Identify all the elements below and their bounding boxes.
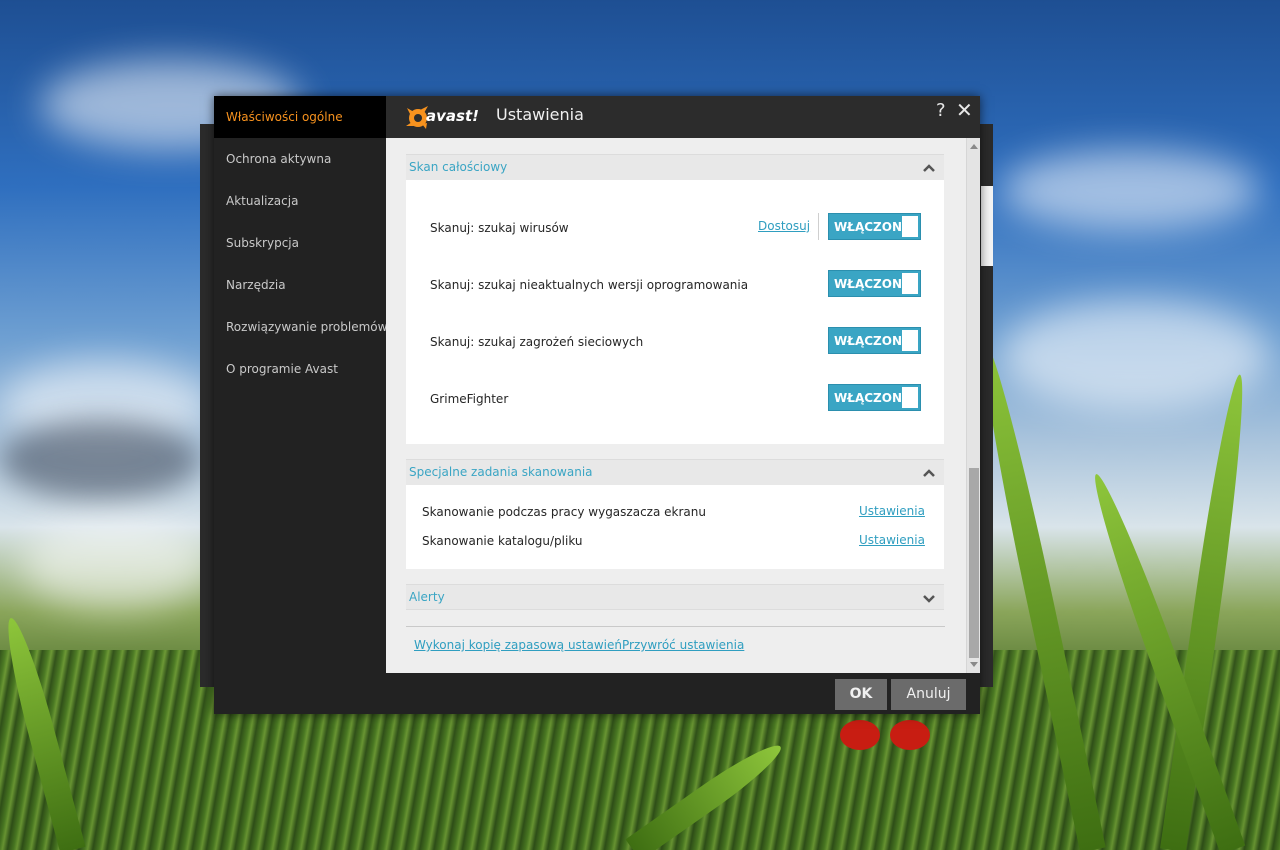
cloud xyxy=(0,420,200,500)
scroll-thumb[interactable] xyxy=(969,468,979,658)
svg-text:avast!: avast! xyxy=(426,107,479,125)
background-window-strip xyxy=(981,186,993,266)
toggle-virus-scan[interactable]: WŁĄCZONE xyxy=(828,213,921,240)
settings-content: Skan całościowy Skanuj: szukaj wirusów D… xyxy=(386,138,980,673)
sidebar-item-general[interactable]: Właściwości ogólne xyxy=(214,96,386,138)
settings-dialog: Właściwości ogólne Ochrona aktywna Aktua… xyxy=(214,96,980,714)
section-header-alerts[interactable]: Alerty xyxy=(406,584,944,610)
toggle-label: WŁĄCZONE xyxy=(834,391,911,405)
cancel-button[interactable]: Anuluj xyxy=(891,679,966,710)
toggle-knob xyxy=(902,273,918,294)
sidebar-item-tools[interactable]: Narzędzia xyxy=(214,264,386,306)
section-title: Specjalne zadania skanowania xyxy=(409,465,593,479)
section-title: Alerty xyxy=(409,590,445,604)
vertical-scrollbar[interactable] xyxy=(966,138,980,673)
dialog-footer: OK Anuluj xyxy=(386,673,980,714)
toggle-knob xyxy=(902,330,918,351)
toggle-label: WŁĄCZONE xyxy=(834,220,911,234)
screensaver-settings-link[interactable]: Ustawienia xyxy=(859,504,925,518)
poppy-flower xyxy=(890,720,930,750)
section-header-special-tasks[interactable]: Specjalne zadania skanowania xyxy=(406,459,944,485)
toggle-label: WŁĄCZONE xyxy=(834,277,911,291)
restore-settings-link[interactable]: Przywróć ustawienia xyxy=(622,638,744,652)
dialog-title: Ustawienia xyxy=(496,105,584,124)
setting-label: Skanuj: szukaj zagrożeń sieciowych xyxy=(430,335,644,349)
section-body-full-scan: Skanuj: szukaj wirusów Dostosuj WŁĄCZONE… xyxy=(406,180,944,444)
folder-scan-settings-link[interactable]: Ustawienia xyxy=(859,533,925,547)
customize-link[interactable]: Dostosuj xyxy=(758,219,810,233)
toggle-knob xyxy=(902,387,918,408)
ok-button[interactable]: OK xyxy=(835,679,887,710)
divider xyxy=(406,626,945,627)
avast-logo: avast! xyxy=(406,106,479,129)
backup-settings-link[interactable]: Wykonaj kopię zapasową ustawień xyxy=(414,638,622,652)
help-icon[interactable]: ? xyxy=(936,100,946,121)
scroll-down-arrow-icon[interactable] xyxy=(970,662,978,667)
toggle-knob xyxy=(902,216,918,237)
title-bar: avast! Ustawienia ? ✕ xyxy=(386,96,980,138)
setting-label: GrimeFighter xyxy=(430,392,509,406)
section-title: Skan całościowy xyxy=(409,160,508,174)
sidebar-item-active-protection[interactable]: Ochrona aktywna xyxy=(214,138,386,180)
setting-label: Skanuj: szukaj nieaktualnych wersji opro… xyxy=(430,278,749,292)
scroll-up-arrow-icon[interactable] xyxy=(970,144,978,149)
sidebar: Właściwości ogólne Ochrona aktywna Aktua… xyxy=(214,96,387,714)
cloud xyxy=(1000,300,1270,410)
chevron-up-icon[interactable] xyxy=(922,466,936,480)
setting-label: Skanowanie katalogu/pliku xyxy=(422,534,583,548)
section-header-full-scan[interactable]: Skan całościowy xyxy=(406,154,944,180)
chevron-up-icon[interactable] xyxy=(922,161,936,175)
setting-label: Skanuj: szukaj wirusów xyxy=(430,221,569,235)
close-icon[interactable]: ✕ xyxy=(956,98,973,122)
sidebar-item-update[interactable]: Aktualizacja xyxy=(214,180,386,222)
toggle-outdated-software-scan[interactable]: WŁĄCZONE xyxy=(828,270,921,297)
toggle-network-threats-scan[interactable]: WŁĄCZONE xyxy=(828,327,921,354)
toggle-label: WŁĄCZONE xyxy=(834,334,911,348)
divider xyxy=(818,213,819,240)
section-body-special-tasks: Skanowanie podczas pracy wygaszacza ekra… xyxy=(406,485,944,569)
cloud xyxy=(1000,150,1260,230)
cloud xyxy=(20,520,210,610)
toggle-grimefighter[interactable]: WŁĄCZONE xyxy=(828,384,921,411)
poppy-flower xyxy=(840,720,880,750)
setting-label: Skanowanie podczas pracy wygaszacza ekra… xyxy=(422,505,706,519)
sidebar-item-subscription[interactable]: Subskrypcja xyxy=(214,222,386,264)
sidebar-item-about[interactable]: O programie Avast xyxy=(214,348,386,390)
chevron-down-icon[interactable] xyxy=(922,591,936,605)
sidebar-item-troubleshooting[interactable]: Rozwiązywanie problemów xyxy=(214,306,387,348)
